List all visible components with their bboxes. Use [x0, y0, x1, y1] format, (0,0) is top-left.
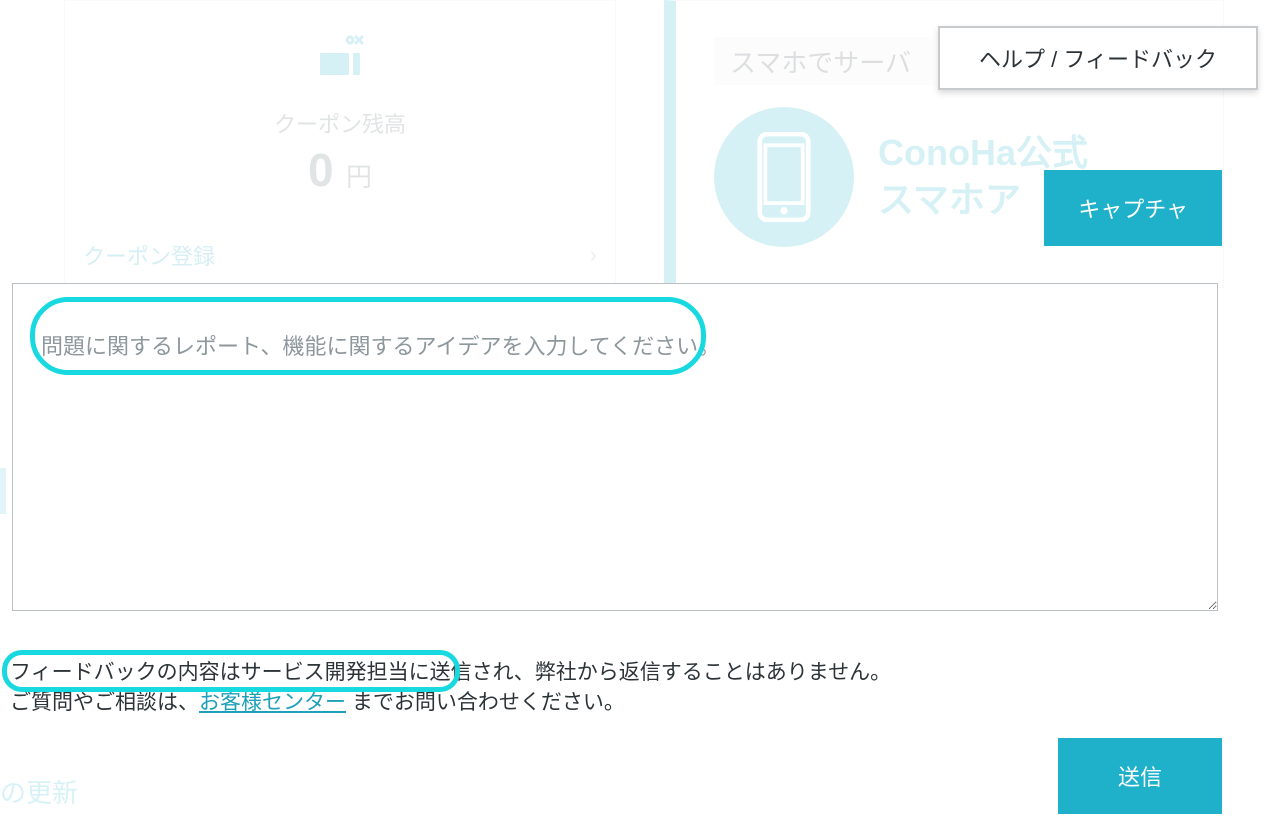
disclaimer-suffix: までお問い合わせください。 [346, 691, 625, 714]
help-feedback-label: ヘルプ / フィードバック [979, 42, 1217, 74]
disclaimer-prefix: ご質問やご相談は、 [10, 691, 199, 714]
chevron-right-icon: › [590, 242, 597, 268]
promo-tab[interactable]: スマホでサーバ [714, 37, 934, 85]
smartphone-icon [714, 107, 854, 247]
coupon-amount-unit: 円 [346, 162, 372, 192]
coupon-ticket-icon [316, 31, 364, 79]
promo-tab-label: スマホでサーバ [730, 43, 911, 80]
help-feedback-dropdown[interactable]: ヘルプ / フィードバック [938, 26, 1258, 90]
disclaimer-line1: フィードバックの内容はサービス開発担当に送信され、弊社から返信することはありませ… [10, 658, 891, 688]
coupon-balance-amount: 0 円 [65, 143, 615, 197]
coupon-balance-label: クーポン残高 [65, 107, 615, 139]
disclaimer-line2: ご質問やご相談は、お客様センター までお問い合わせください。 [10, 688, 891, 718]
coupon-register-label: クーポン登録 [83, 239, 215, 271]
feedback-textarea[interactable] [12, 283, 1218, 611]
update-text: の更新 [0, 773, 78, 810]
sidebar-indicator [0, 468, 6, 514]
coupon-card: クーポン残高 0 円 クーポン登録 › [64, 0, 616, 288]
customer-center-link[interactable]: お客様センター [199, 691, 346, 714]
capture-button[interactable]: キャプチャ [1044, 170, 1222, 246]
coupon-amount-value: 0 [308, 144, 334, 196]
feedback-disclaimer: フィードバックの内容はサービス開発担当に送信され、弊社から返信することはありませ… [10, 658, 891, 719]
submit-button[interactable]: 送信 [1058, 738, 1222, 814]
coupon-register-link[interactable]: クーポン登録 › [77, 233, 603, 277]
